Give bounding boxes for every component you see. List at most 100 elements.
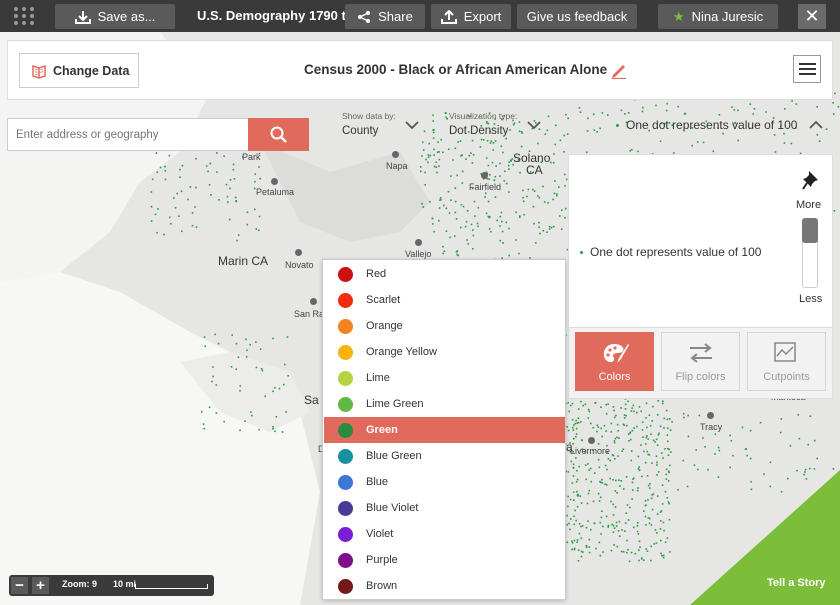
share-button[interactable]: Share [345, 4, 425, 29]
apps-grid-icon[interactable] [14, 7, 36, 27]
density-dot [637, 533, 640, 535]
density-dot [438, 151, 440, 153]
density-dot [259, 348, 262, 350]
density-slider-thumb[interactable] [802, 218, 818, 243]
density-dot [609, 459, 611, 462]
density-dot [538, 221, 540, 224]
show-data-by-value: County [342, 125, 379, 137]
density-dot [473, 200, 476, 203]
density-dot [420, 166, 422, 168]
density-dot [272, 337, 274, 340]
zoom-out-button[interactable]: − [11, 577, 28, 594]
color-option[interactable]: Lime [324, 365, 565, 391]
density-dot [647, 499, 649, 501]
save-as-button[interactable]: Save as... [55, 4, 175, 29]
density-dot [155, 152, 158, 154]
map-label-park: Park [242, 152, 261, 162]
color-swatch-icon [338, 474, 353, 490]
density-dot [438, 165, 440, 167]
color-option[interactable]: Purple [324, 547, 565, 573]
density-dot [650, 433, 652, 435]
density-dot [587, 463, 589, 465]
density-dot [749, 457, 752, 460]
color-option[interactable]: Violet [324, 521, 565, 547]
feedback-button[interactable]: Give us feedback [517, 4, 637, 29]
density-dot [590, 422, 592, 425]
density-dot [617, 430, 619, 432]
density-dot [638, 466, 640, 468]
color-option[interactable]: Lime Green [324, 391, 565, 417]
legend-panel: One dot represents value of 100 More Les… [568, 154, 833, 328]
density-dot [774, 151, 777, 153]
color-option[interactable]: Green [324, 417, 565, 443]
density-dot [659, 528, 662, 530]
density-dot [613, 441, 616, 444]
density-dot [627, 400, 629, 403]
search-button[interactable] [248, 118, 309, 151]
density-dot [564, 185, 566, 187]
density-dot [652, 439, 655, 442]
density-dot [454, 211, 457, 214]
density-dot [460, 204, 463, 206]
color-option[interactable]: Scarlet [324, 287, 565, 313]
control-strip: Show data by: County Visualization type:… [7, 101, 833, 151]
density-dot [636, 425, 638, 428]
map-label-vallejo: Vallejo [405, 249, 432, 259]
density-dot [235, 368, 237, 370]
density-dot [657, 434, 660, 436]
density-dot [163, 233, 165, 236]
chevron-up-icon[interactable] [809, 120, 823, 130]
flip-colors-tool-button[interactable]: Flip colors [661, 332, 740, 391]
city-dot [415, 239, 422, 246]
colors-tool-button[interactable]: Colors [575, 332, 654, 391]
project-title: U.S. Demography 1790 to [197, 8, 347, 23]
color-option[interactable]: Orange Yellow [324, 339, 565, 365]
color-option[interactable]: Red [324, 261, 565, 287]
density-dot [499, 215, 502, 218]
density-dot [599, 496, 602, 499]
density-dot [237, 356, 240, 358]
color-option[interactable]: Blue Green [324, 443, 565, 469]
density-dot [429, 154, 432, 157]
menu-button[interactable] [793, 55, 821, 83]
density-dot [627, 548, 629, 551]
density-dot [616, 423, 619, 426]
density-dot [596, 424, 599, 427]
pin-icon[interactable] [802, 170, 820, 190]
search-input[interactable] [8, 119, 238, 150]
density-dot [563, 151, 565, 153]
tell-story-label[interactable]: Tell a Story [767, 577, 825, 589]
color-swatch-icon [338, 344, 353, 360]
density-dot [154, 213, 157, 216]
color-option[interactable]: Orange [324, 313, 565, 339]
change-data-button[interactable]: Change Data [19, 53, 139, 88]
density-dot [666, 537, 669, 539]
density-dot [505, 182, 508, 185]
edit-pencil-icon[interactable] [610, 61, 628, 79]
density-dot [661, 402, 664, 405]
density-dot [704, 446, 706, 448]
zoom-in-button[interactable]: + [32, 577, 49, 594]
color-option[interactable]: Blue Violet [324, 495, 565, 521]
density-dot [553, 192, 556, 195]
density-dot [597, 443, 600, 445]
density-dot [597, 492, 600, 495]
density-dot [464, 225, 467, 228]
density-dot [630, 438, 632, 441]
density-dot [732, 454, 734, 457]
density-dot [573, 523, 575, 526]
color-option[interactable]: Brown [324, 573, 565, 599]
density-dot [499, 225, 501, 227]
export-button[interactable]: Export [431, 4, 511, 29]
density-dot [624, 408, 627, 410]
dot-swatch [580, 251, 583, 255]
user-button[interactable]: ★ Nina Juresic [658, 4, 778, 29]
density-dot [522, 189, 524, 192]
cutpoints-tool-button[interactable]: Cutpoints [747, 332, 826, 391]
density-dot [576, 539, 579, 541]
density-dot [657, 471, 660, 473]
density-dot [667, 440, 669, 443]
density-dot [508, 161, 510, 163]
close-button[interactable]: ✕ [798, 4, 826, 29]
color-option[interactable]: Blue [324, 469, 565, 495]
